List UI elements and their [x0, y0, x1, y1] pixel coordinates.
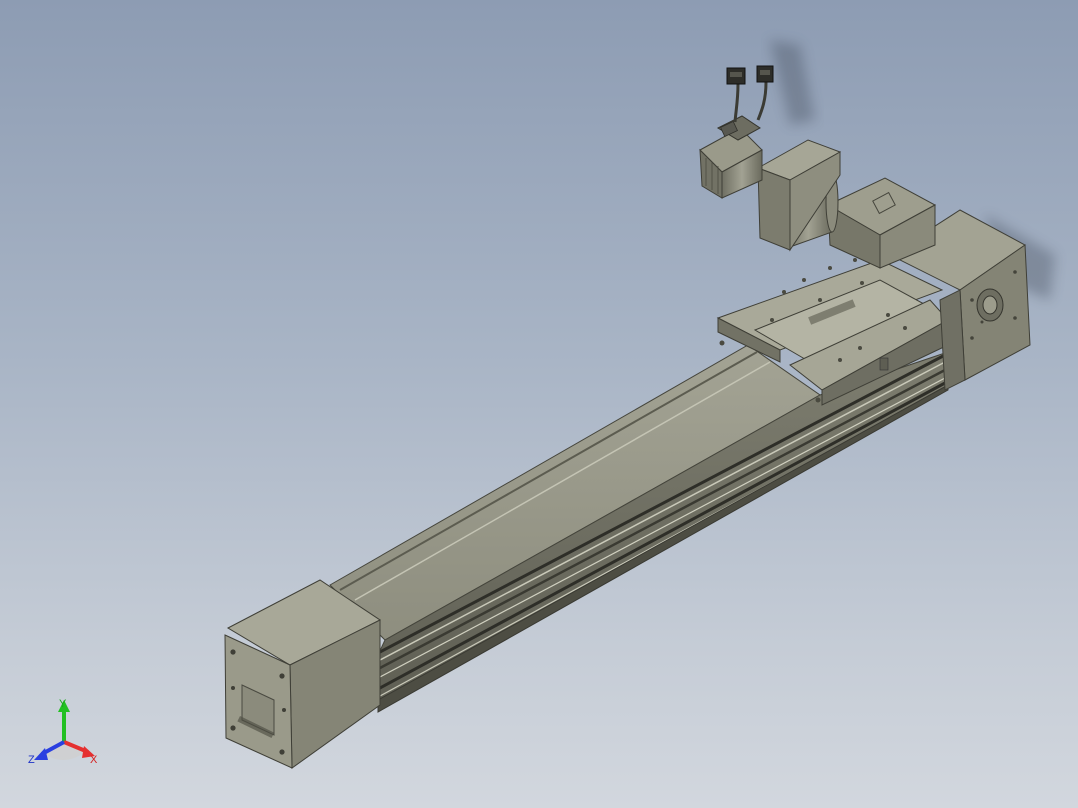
- triad-x-label: X: [90, 754, 98, 766]
- coordinate-triad[interactable]: Y X Z: [28, 698, 98, 766]
- motor-cables: [726, 65, 774, 123]
- power-connector-icon: [726, 67, 746, 85]
- idle-end-cap[interactable]: [224, 579, 381, 769]
- cad-model-scene[interactable]: Y X Z: [0, 0, 1078, 808]
- carriage-tab: [879, 357, 889, 371]
- bearing-icon: [976, 288, 1004, 322]
- graphics-viewport[interactable]: Y X Z: [0, 0, 1078, 808]
- triad-z-label: Z: [28, 754, 35, 766]
- triad-y-label: Y: [59, 698, 67, 710]
- servo-motor[interactable]: [699, 115, 763, 199]
- encoder-connector-icon: [756, 65, 774, 83]
- linear-rail[interactable]: [329, 344, 949, 713]
